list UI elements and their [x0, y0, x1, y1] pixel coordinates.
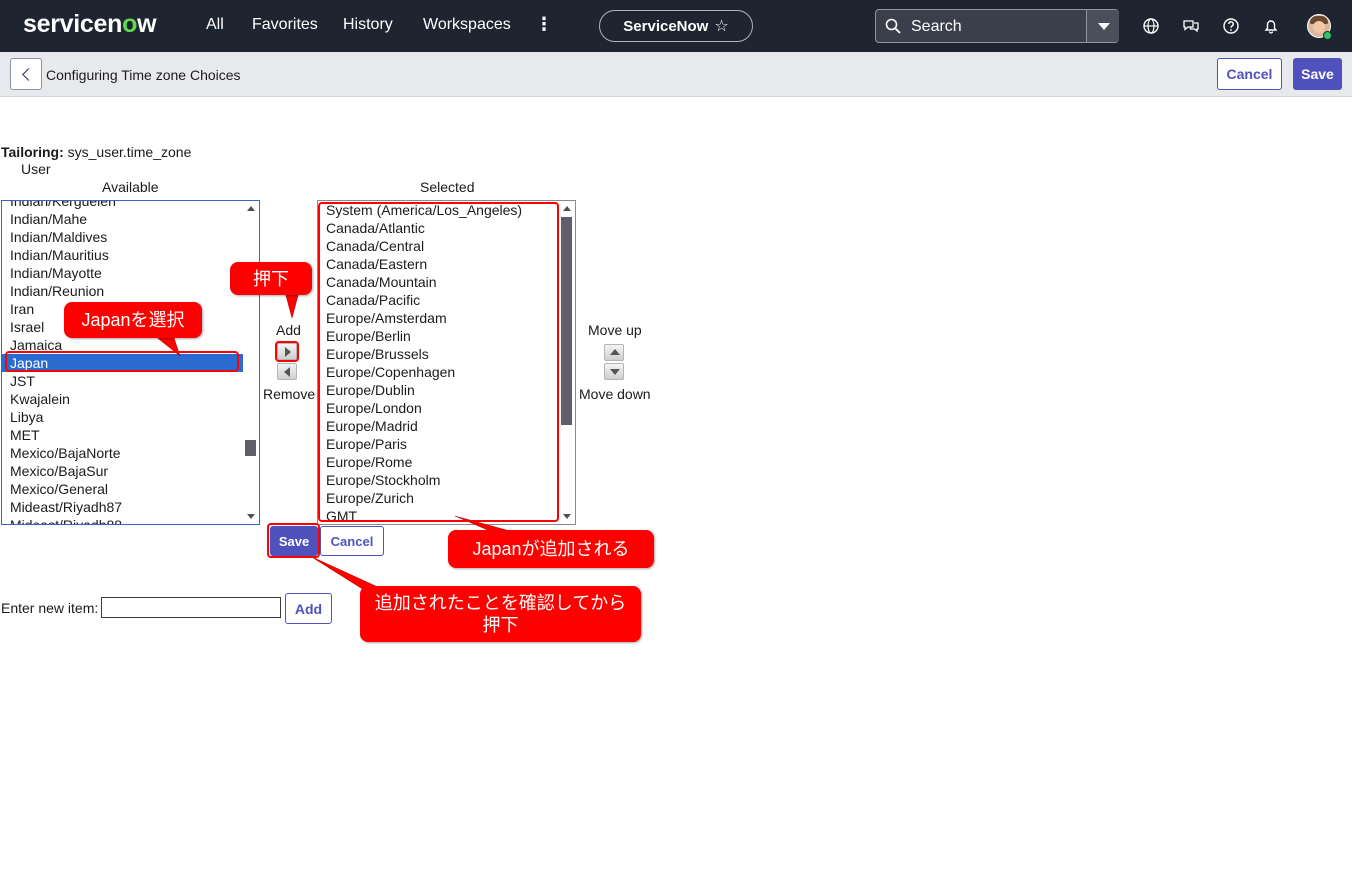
header-cancel-button[interactable]: Cancel: [1217, 58, 1282, 90]
available-option[interactable]: Mideast/Riyadh87: [2, 498, 243, 516]
tailoring-value: sys_user.time_zone: [67, 144, 192, 160]
form-cancel-button[interactable]: Cancel: [320, 526, 384, 556]
available-option[interactable]: Japan: [2, 354, 243, 372]
search-scope-dropdown[interactable]: [1087, 10, 1119, 42]
selected-option[interactable]: Europe/Stockholm: [318, 471, 559, 489]
back-button[interactable]: [10, 58, 42, 90]
selected-option[interactable]: Canada/Central: [318, 237, 559, 255]
available-scrollbar[interactable]: [243, 201, 259, 524]
chat-icon[interactable]: [1182, 17, 1200, 35]
selected-option[interactable]: Europe/Copenhagen: [318, 363, 559, 381]
arrow-right-icon: [285, 347, 291, 357]
confirm-callout-line2: 押下: [482, 615, 519, 635]
selected-option[interactable]: System (America/Los_Angeles): [318, 201, 559, 219]
tailoring-info: Tailoring: sys_user.time_zone: [1, 144, 191, 160]
scroll-up-icon[interactable]: [563, 206, 571, 211]
arrow-up-icon: [610, 349, 620, 355]
selected-option[interactable]: Europe/Berlin: [318, 327, 559, 345]
available-option[interactable]: Indian/Mayotte: [2, 264, 243, 282]
available-option[interactable]: Indian/Maldives: [2, 228, 243, 246]
selected-option[interactable]: Europe/Amsterdam: [318, 309, 559, 327]
available-option[interactable]: JST: [2, 372, 243, 390]
selected-header: Selected: [420, 179, 475, 195]
selected-option[interactable]: Canada/Mountain: [318, 273, 559, 291]
servicenow-logo[interactable]: servicenow: [23, 10, 157, 39]
scroll-down-icon[interactable]: [247, 514, 255, 519]
add-label: Add: [276, 322, 301, 338]
selected-scrollbar[interactable]: [559, 201, 575, 524]
arrow-down-icon: [610, 369, 620, 375]
available-option[interactable]: Jamaica: [2, 336, 243, 354]
available-option[interactable]: Indian/Reunion: [2, 282, 243, 300]
search-icon: [885, 18, 901, 34]
help-icon[interactable]: [1222, 17, 1240, 35]
search-placeholder: Search: [911, 18, 962, 35]
selected-option[interactable]: Canada/Atlantic: [318, 219, 559, 237]
selected-option[interactable]: Europe/Madrid: [318, 417, 559, 435]
table-name: User: [21, 161, 51, 177]
page-title: Configuring Time zone Choices: [46, 67, 241, 83]
selected-option[interactable]: Europe/Dublin: [318, 381, 559, 399]
available-option[interactable]: Mideast/Riyadh88: [2, 516, 243, 524]
context-pill[interactable]: ServiceNow ☆: [599, 10, 753, 42]
header-save-button[interactable]: Save: [1293, 58, 1342, 90]
scroll-down-icon[interactable]: [563, 514, 571, 519]
press-callout: 押下: [230, 262, 312, 295]
selected-option[interactable]: GMT: [318, 507, 559, 524]
nav-history[interactable]: History: [343, 16, 393, 34]
selected-option[interactable]: Canada/Eastern: [318, 255, 559, 273]
press-arrow: [284, 291, 300, 319]
new-item-input[interactable]: [101, 597, 281, 618]
presence-indicator: [1323, 31, 1332, 40]
available-option[interactable]: MET: [2, 426, 243, 444]
selected-option[interactable]: Canada/Pacific: [318, 291, 559, 309]
confirm-callout: 追加されたことを確認してから 押下: [360, 586, 641, 642]
arrow-left-icon: [284, 367, 290, 377]
top-navigation: servicenow All Favorites History Workspa…: [0, 0, 1352, 52]
star-icon[interactable]: ☆: [714, 16, 728, 36]
remove-from-selected-button[interactable]: [277, 363, 297, 380]
scroll-up-icon[interactable]: [247, 206, 255, 211]
selected-option[interactable]: Europe/Rome: [318, 453, 559, 471]
selected-list[interactable]: System (America/Los_Angeles) Canada/Atlan…: [317, 200, 576, 525]
form-header: Configuring Time zone Choices Cancel Sav…: [0, 52, 1352, 97]
new-item-add-button[interactable]: Add: [285, 593, 332, 624]
available-option[interactable]: Kwajalein: [2, 390, 243, 408]
scroll-thumb[interactable]: [561, 217, 572, 425]
nav-all[interactable]: All: [206, 16, 224, 34]
global-search[interactable]: Search: [875, 9, 1119, 43]
available-option[interactable]: Indian/Kerguelen: [2, 201, 243, 210]
nav-favorites[interactable]: Favorites: [252, 16, 318, 34]
confirm-callout-line1: 追加されたことを確認してから: [374, 593, 627, 613]
tailoring-label: Tailoring:: [1, 144, 64, 160]
available-list[interactable]: Indian/Kerguelen Indian/Mahe Indian/Maldiv…: [1, 200, 260, 525]
nav-workspaces[interactable]: Workspaces: [423, 16, 511, 34]
selected-option[interactable]: Europe/Zurich: [318, 489, 559, 507]
selected-option[interactable]: Europe/Paris: [318, 435, 559, 453]
context-pill-label: ServiceNow: [623, 17, 709, 35]
bell-icon[interactable]: [1262, 17, 1280, 35]
available-header: Available: [102, 179, 159, 195]
japan-added-callout: Japanが追加される: [448, 530, 654, 568]
move-up-label: Move up: [588, 322, 642, 338]
form-save-button[interactable]: Save: [270, 526, 318, 556]
remove-label: Remove: [263, 386, 316, 402]
available-option[interactable]: Mexico/BajaSur: [2, 462, 243, 480]
move-down-button[interactable]: [604, 363, 624, 380]
move-down-label: Move down: [579, 386, 651, 402]
new-item-label: Enter new item:: [1, 600, 99, 616]
available-option[interactable]: Indian/Mauritius: [2, 246, 243, 264]
more-menu-icon[interactable]: ⋮: [535, 14, 553, 35]
available-option[interactable]: Mexico/General: [2, 480, 243, 498]
available-option[interactable]: Indian/Mahe: [2, 210, 243, 228]
selected-option[interactable]: Europe/London: [318, 399, 559, 417]
globe-icon[interactable]: [1142, 17, 1160, 35]
add-to-selected-button[interactable]: [277, 343, 297, 360]
scroll-thumb[interactable]: [245, 440, 256, 456]
select-japan-callout: Japanを選択: [64, 302, 202, 338]
available-option[interactable]: Libya: [2, 408, 243, 426]
move-up-button[interactable]: [604, 344, 624, 361]
available-option[interactable]: Mexico/BajaNorte: [2, 444, 243, 462]
selected-option[interactable]: Europe/Brussels: [318, 345, 559, 363]
